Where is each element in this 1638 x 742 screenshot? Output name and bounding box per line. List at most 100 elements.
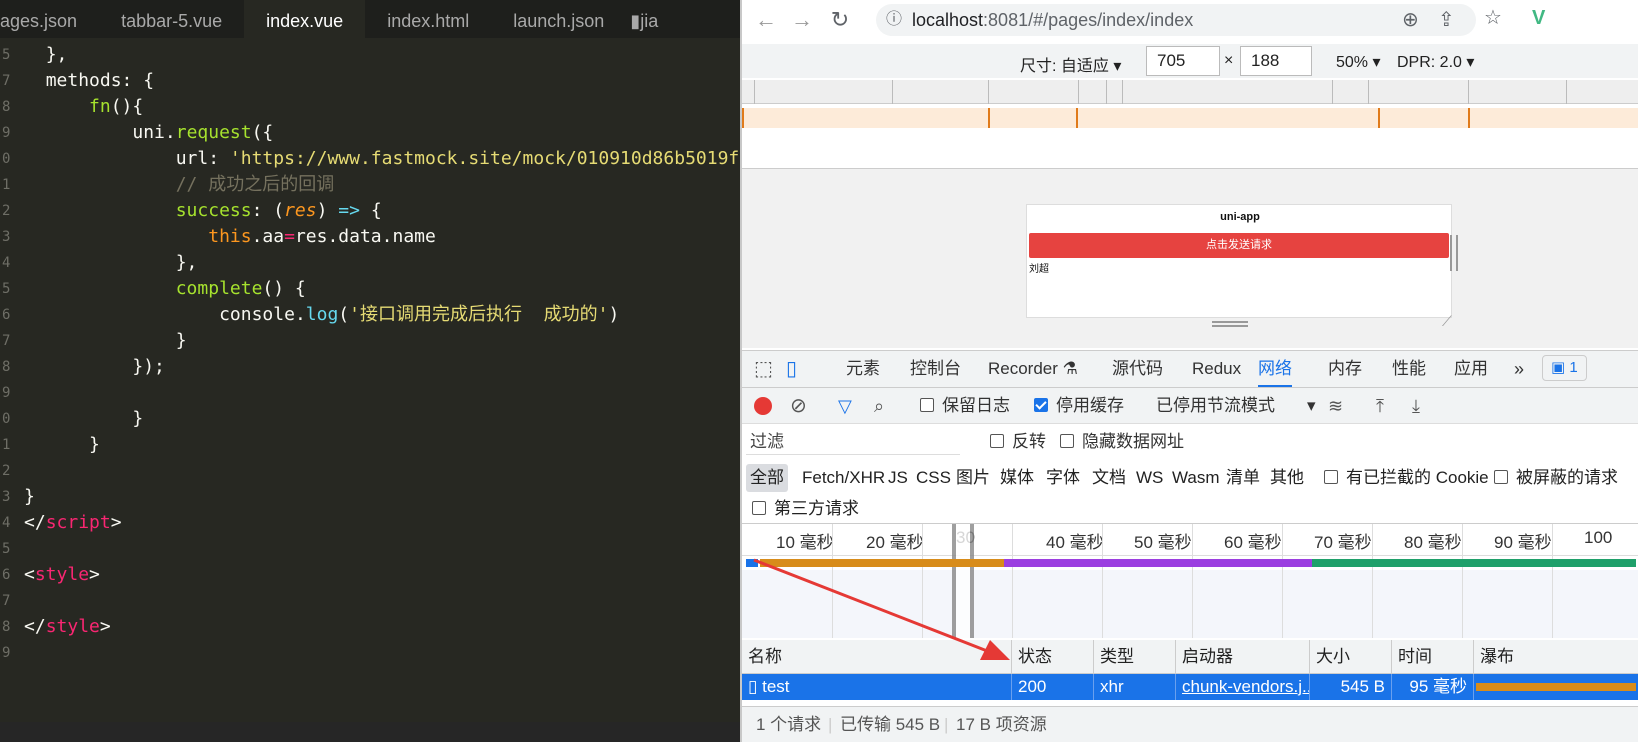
code-line: </script>: [24, 512, 122, 533]
type-other[interactable]: 其他: [1270, 464, 1304, 492]
type-wasm[interactable]: Wasm: [1172, 464, 1220, 492]
timeline-label: 50 毫秒: [1134, 533, 1192, 552]
tab-performance[interactable]: 性能: [1392, 351, 1426, 387]
tab-application[interactable]: 应用: [1454, 351, 1488, 387]
type-css[interactable]: CSS: [916, 464, 951, 492]
issues-badge[interactable]: ▣ 1: [1542, 355, 1587, 381]
inspect-element-icon[interactable]: ⬚: [754, 351, 773, 387]
zoom-select[interactable]: 50% ▾: [1336, 52, 1381, 72]
forward-arrow-icon[interactable]: →: [788, 6, 816, 34]
filter-input[interactable]: 过滤: [746, 429, 960, 455]
col-status[interactable]: 状态: [1012, 640, 1094, 674]
col-type[interactable]: 类型: [1094, 640, 1176, 674]
bookmark-star-icon[interactable]: ☆: [1484, 4, 1502, 32]
table-row[interactable]: ▯ test 200 xhr chunk-vendors.j... 545 B …: [742, 674, 1638, 700]
tab-memory[interactable]: 内存: [1328, 351, 1362, 387]
col-size[interactable]: 大小: [1310, 640, 1392, 674]
line-number: 9: [2, 125, 11, 141]
code-line: methods: {: [45, 70, 155, 91]
timeline-label: 70 毫秒: [1314, 533, 1372, 552]
tab-network[interactable]: 网络: [1258, 351, 1292, 387]
filter-icon[interactable]: ▽: [838, 388, 852, 424]
resize-corner-icon[interactable]: ⟋: [1442, 313, 1452, 330]
info-icon[interactable]: ⓘ: [886, 6, 902, 34]
type-ws[interactable]: WS: [1136, 464, 1163, 492]
tab-recorder[interactable]: Recorder ⚗: [988, 351, 1078, 387]
third-party-checkbox[interactable]: 第三方请求: [752, 495, 859, 523]
invert-checkbox[interactable]: 反转: [990, 424, 1046, 460]
resize-handle-bottom[interactable]: [1212, 321, 1248, 327]
type-img[interactable]: 图片: [956, 464, 990, 492]
code-line: },: [175, 252, 198, 273]
line-number: 3: [2, 229, 11, 245]
tab-console[interactable]: 控制台: [910, 351, 961, 387]
send-request-button[interactable]: 点击发送请求: [1029, 233, 1449, 258]
type-all[interactable]: 全部: [746, 464, 788, 492]
disable-cache-checkbox[interactable]: 停用缓存: [1034, 388, 1124, 424]
col-waterfall[interactable]: 瀑布: [1474, 640, 1638, 674]
tab-sources[interactable]: 源代码: [1112, 351, 1163, 387]
record-icon[interactable]: [754, 397, 772, 415]
vue-devtools-icon[interactable]: V: [1532, 4, 1545, 32]
col-time[interactable]: 时间: [1392, 640, 1474, 674]
request-name-cell[interactable]: ▯ test: [742, 674, 1012, 700]
clear-icon[interactable]: ⊘: [790, 388, 807, 424]
line-number: 8: [2, 359, 11, 375]
device-toggle-icon[interactable]: ▯: [786, 351, 797, 387]
back-arrow-icon[interactable]: ←: [752, 6, 780, 34]
type-js[interactable]: JS: [888, 464, 908, 492]
hide-data-urls-checkbox[interactable]: 隐藏数据网址: [1060, 424, 1184, 460]
screen: ages.json tabbar-5.vue index.vue index.h…: [0, 0, 1638, 742]
search-icon[interactable]: ⌕: [874, 388, 884, 424]
message-icon: ▣: [1551, 359, 1566, 376]
type-fetch-xhr[interactable]: Fetch/XHR: [802, 464, 885, 492]
tab-tabbar-5-vue[interactable]: tabbar-5.vue: [99, 0, 244, 38]
line-number: 1: [2, 177, 11, 193]
preserve-log-checkbox[interactable]: 保留日志: [920, 388, 1010, 424]
width-input[interactable]: 705: [1146, 46, 1220, 76]
share-icon[interactable]: ⇪: [1438, 6, 1455, 34]
tab-launch-json[interactable]: launch.json: [491, 0, 626, 38]
height-input[interactable]: 188: [1240, 46, 1312, 76]
tab-folder-jia[interactable]: ▮jia: [626, 0, 680, 38]
timeline-label: 80 毫秒: [1404, 533, 1462, 552]
col-name[interactable]: 名称: [742, 640, 1012, 674]
code-line: }: [89, 434, 100, 455]
tab-index-html[interactable]: index.html: [365, 0, 491, 38]
timeline-label: 90 毫秒: [1494, 533, 1552, 552]
code-line: }: [175, 330, 187, 351]
dpr-select[interactable]: DPR: 2.0 ▾: [1397, 52, 1474, 72]
zoom-icon[interactable]: ⊕: [1402, 6, 1419, 34]
initiator-link[interactable]: chunk-vendors.j...: [1176, 674, 1310, 700]
dimension-select[interactable]: 尺寸: 自适应 ▾: [1020, 52, 1121, 76]
tab-elements[interactable]: 元素: [846, 351, 880, 387]
resize-handle-right[interactable]: [1450, 235, 1458, 271]
devtools-tab-bar: ⬚ ▯ 元素 控制台 Recorder ⚗ 源代码 Redux 网络 内存 性能…: [742, 350, 1638, 388]
throttle-select[interactable]: 已停用节流模式 ▾: [1156, 388, 1316, 424]
type-media[interactable]: 媒体: [1000, 464, 1034, 492]
blocked-cookies-checkbox[interactable]: 有已拦截的 Cookie: [1324, 464, 1489, 492]
browser-window: ← → ↻ ⓘ localhost:8081/#/pages/index/ind…: [740, 0, 1638, 742]
line-number: 2: [2, 203, 11, 219]
address-bar[interactable]: ⓘ localhost:8081/#/pages/index/index ⊕ ⇪: [876, 4, 1476, 36]
more-tabs-icon[interactable]: »: [1514, 351, 1524, 387]
col-initiator[interactable]: 启动器: [1176, 640, 1310, 674]
type-font[interactable]: 字体: [1046, 464, 1080, 492]
code-line: });: [132, 356, 165, 377]
tab-index-vue[interactable]: index.vue: [244, 0, 366, 38]
tab-pages-json[interactable]: ages.json: [0, 0, 99, 38]
url-host: localhost: [912, 10, 984, 30]
download-icon[interactable]: ⤓: [1412, 388, 1420, 424]
code-area[interactable]: }, methods: { fn(){ uni.request({ url: '…: [24, 42, 740, 666]
network-conditions-icon[interactable]: ≋: [1328, 388, 1343, 424]
type-doc[interactable]: 文档: [1092, 464, 1126, 492]
reload-icon[interactable]: ↻: [826, 6, 854, 34]
size-cell: 545 B: [1310, 674, 1392, 700]
line-number: 7: [2, 593, 11, 609]
tab-redux[interactable]: Redux: [1192, 351, 1241, 387]
upload-icon[interactable]: ⤒: [1376, 388, 1384, 424]
line-number: 9: [2, 645, 11, 661]
timeline-range-selector[interactable]: [952, 524, 974, 638]
type-manifest[interactable]: 清单: [1226, 464, 1260, 492]
blocked-requests-checkbox[interactable]: 被屏蔽的请求: [1494, 464, 1618, 492]
